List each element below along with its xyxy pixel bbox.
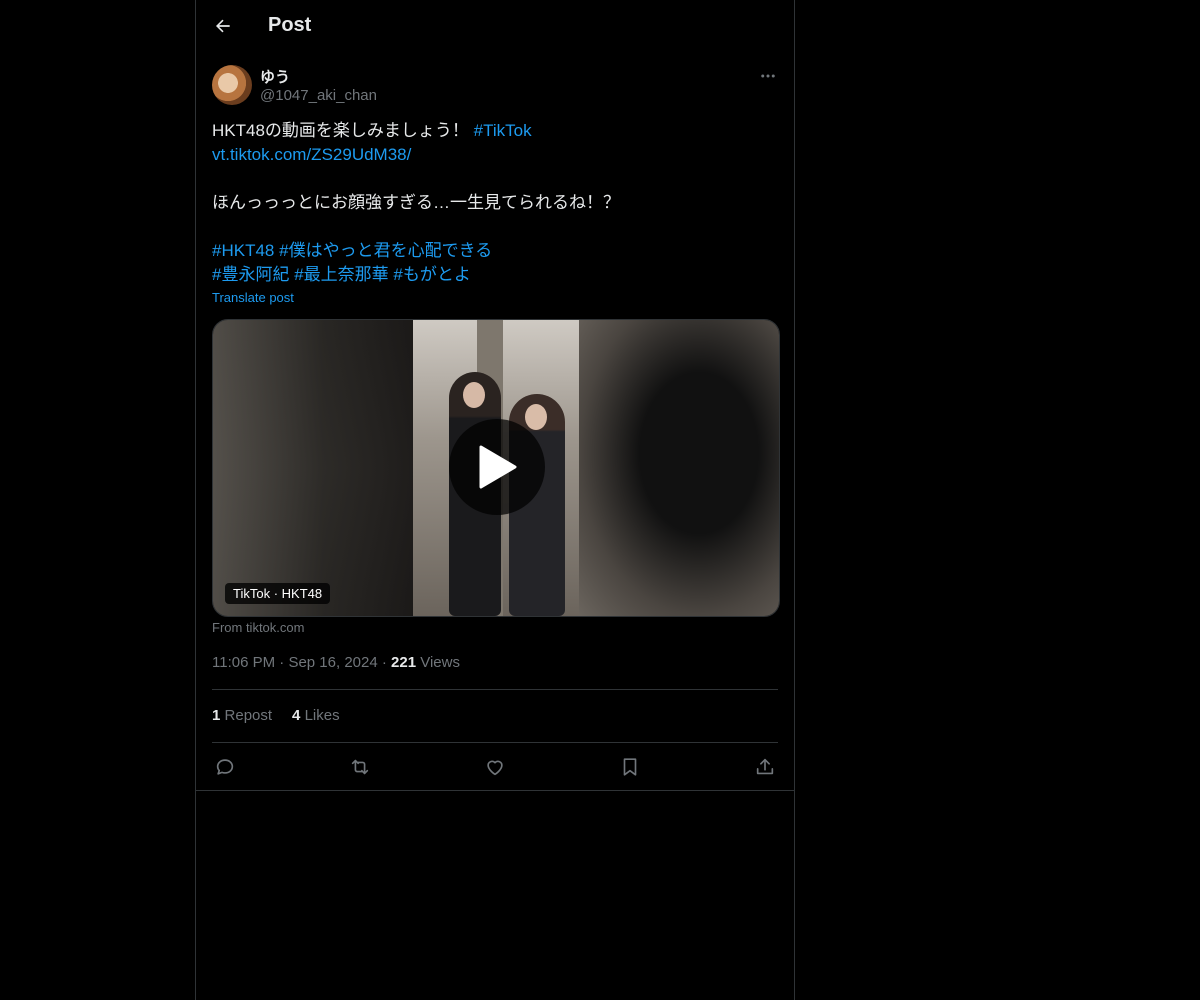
reposts-stat[interactable]: 1 Repost	[212, 707, 272, 724]
post-text: HKT48の動画を楽しみましょう！ #TikTok vt.tiktok.com/…	[212, 119, 778, 287]
post-bottom-border	[196, 790, 794, 791]
post-date[interactable]: Sep 16, 2024	[288, 654, 377, 671]
video-blur-right	[579, 320, 779, 616]
post-stats: 1 Repost 4 Likes	[212, 707, 340, 724]
avatar[interactable]	[212, 65, 252, 105]
hashtag-tiktok[interactable]: #TikTok	[474, 121, 532, 140]
reply-button[interactable]	[212, 754, 238, 780]
heart-icon	[487, 760, 503, 776]
likes-label: Likes	[304, 707, 340, 724]
repost-icon	[351, 759, 369, 775]
video-card[interactable]: TikTok · HKT48	[212, 319, 780, 617]
post-column: Post ゆう @1047_aki_chan HKT48の動画を楽しみましょう！…	[195, 0, 795, 1000]
likes-stat[interactable]: 4 Likes	[292, 707, 340, 724]
play-icon	[479, 445, 517, 489]
reply-icon	[216, 759, 234, 775]
media-source-badge: TikTok · HKT48	[225, 583, 331, 604]
meta-separator: ·	[279, 654, 285, 671]
post-line-3: ほんっっっとにお顔強すぎる…一生見てられるね！？	[212, 193, 620, 212]
post-time[interactable]: 11:06 PM	[212, 654, 275, 671]
post-link[interactable]: vt.tiktok.com/ZS29UdM38/	[212, 145, 411, 164]
share-button[interactable]	[752, 754, 778, 780]
page-title: Post	[268, 14, 312, 36]
author-name[interactable]: ゆう	[260, 66, 290, 87]
translate-post-link[interactable]: Translate post	[212, 290, 294, 305]
divider	[212, 689, 778, 690]
author-handle[interactable]: @1047_aki_chan	[260, 87, 377, 104]
action-bar	[212, 754, 778, 780]
post-author: ゆう @1047_aki_chan	[212, 64, 778, 108]
meta-separator: ·	[381, 654, 387, 671]
reposts-label: Repost	[224, 707, 273, 724]
post-line-2: vt.tiktok.com/ZS29UdM38/	[212, 143, 778, 167]
likes-count: 4	[292, 707, 301, 724]
top-bar: Post	[196, 0, 794, 53]
post-meta: 11:06 PM · Sep 16, 2024 · 221 Views	[212, 654, 460, 671]
like-button[interactable]	[482, 754, 508, 780]
divider	[212, 742, 778, 743]
post-line-1-text: HKT48の動画を楽しみましょう！	[212, 121, 474, 140]
share-icon	[756, 758, 774, 775]
hashtag-link[interactable]: #僕はやっと君を心配できる	[279, 241, 492, 260]
more-button[interactable]	[756, 64, 780, 88]
hashtag-link[interactable]: #豊永阿紀	[212, 265, 289, 284]
back-button[interactable]	[210, 13, 236, 39]
post-line-1: HKT48の動画を楽しみましょう！ #TikTok	[212, 119, 778, 143]
hashtag-link[interactable]: #もがとよ	[393, 265, 470, 284]
more-horizontal-icon	[761, 74, 775, 78]
views-label: Views	[420, 654, 460, 671]
bookmark-icon	[623, 758, 637, 776]
bookmark-button[interactable]	[617, 754, 643, 780]
arrow-left-icon	[216, 19, 230, 33]
hashtag-link[interactable]: #最上奈那華	[294, 265, 388, 284]
hashtag-link[interactable]: #HKT48	[212, 241, 274, 260]
views-count: 221	[391, 654, 417, 671]
reposts-count: 1	[212, 707, 221, 724]
hashtag-row-2: #豊永阿紀 #最上奈那華 #もがとよ	[212, 263, 778, 287]
play-button[interactable]	[449, 419, 545, 515]
video-face-left	[463, 382, 485, 408]
video-face-right	[525, 404, 547, 430]
hashtag-row-1: #HKT48 #僕はやっと君を心配できる	[212, 239, 778, 263]
repost-button[interactable]	[347, 754, 373, 780]
media-source-link[interactable]: From tiktok.com	[212, 620, 304, 635]
video-blur-left	[213, 320, 413, 616]
